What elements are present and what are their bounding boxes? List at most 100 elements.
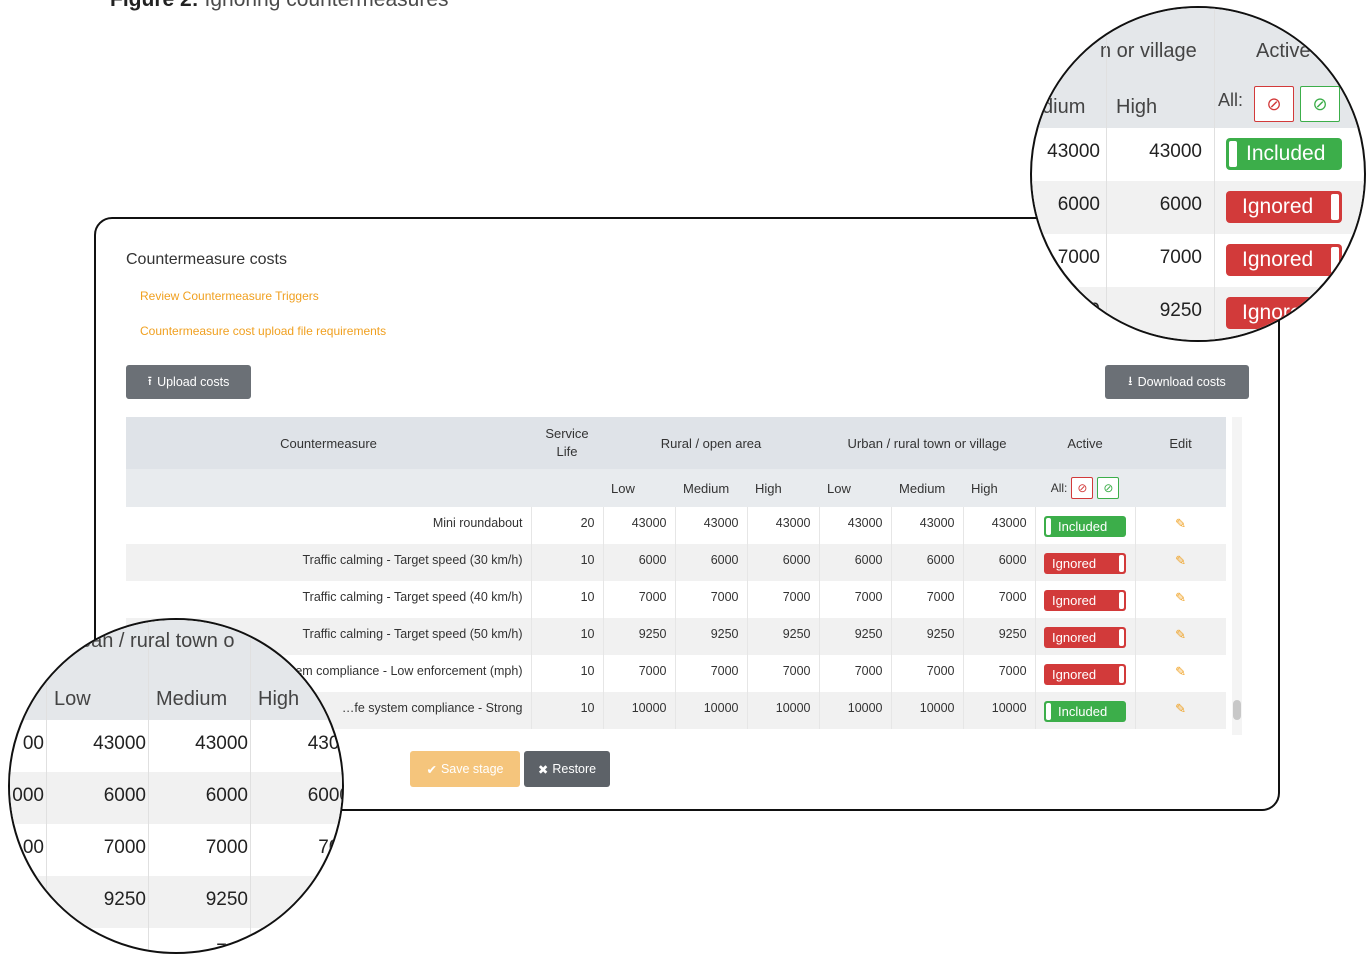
download-costs-button[interactable]: ⭳ Download costs: [1105, 365, 1249, 399]
review-triggers-link[interactable]: Review Countermeasure Triggers: [140, 289, 319, 303]
urban-high-cell: 7000: [963, 655, 1036, 692]
zoom-value: 9250: [1159, 300, 1202, 321]
col-rural: Rural / open area: [603, 417, 820, 469]
zoom-row: 000 6000 6000 6000: [10, 772, 342, 824]
ban-icon: ⊘: [1077, 481, 1088, 495]
restore-button[interactable]: ✖ Restore: [524, 751, 610, 787]
urban-high-cell: 6000: [963, 544, 1036, 581]
rural-high-cell: 9250: [747, 618, 820, 655]
edit-icon[interactable]: ✎: [1175, 590, 1186, 605]
zoom-callout-urban-columns: ban / rural town o Low Medium High 00 430…: [8, 618, 344, 954]
download-icon: ⭳: [1128, 373, 1133, 388]
active-toggle[interactable]: Ignored: [1044, 590, 1127, 611]
table-scrollbar[interactable]: [1232, 417, 1242, 735]
zoom-value: 43000: [1047, 141, 1100, 162]
active-toggle[interactable]: Ignored: [1044, 627, 1127, 648]
zoom-value: 700: [318, 837, 342, 858]
rural-low-cell: 6000: [603, 544, 676, 581]
zoom-value: 6000: [307, 785, 342, 806]
countermeasure-cell: Traffic calming - Target speed (30 km/h): [126, 544, 532, 581]
urban-medium-cell: 7000: [891, 655, 964, 692]
zoom-header-active: Active: [1256, 40, 1311, 62]
edit-icon[interactable]: ✎: [1175, 553, 1186, 568]
col-countermeasure: Countermeasure: [126, 417, 531, 469]
service-life-cell: 10: [531, 655, 604, 692]
col-edit: Edit: [1135, 417, 1226, 469]
rural-medium-cell: 7000: [675, 581, 748, 618]
zoom-divider: [1214, 8, 1215, 340]
zoom-header-high: High: [258, 688, 300, 710]
zoom-value: 6000: [1057, 194, 1100, 215]
zoom-value: 43000: [1149, 141, 1202, 162]
col-urban: Urban / rural town or village: [819, 417, 1036, 469]
upload-requirements-link[interactable]: Countermeasure cost upload file requirem…: [140, 324, 386, 338]
table-row: Traffic calming - Target speed (30 km/h)…: [126, 544, 1226, 581]
urban-medium-cell: 6000: [891, 544, 964, 581]
rural-low-cell: 43000: [603, 507, 676, 544]
zoom-row: 00 7000 7000 700: [10, 824, 342, 876]
check-icon: ✔: [426, 762, 437, 777]
zoom-active-toggle: Ignore: [1226, 297, 1342, 329]
rural-low-cell: 7000: [603, 581, 676, 618]
zoom-include-all-button: ⊘: [1300, 86, 1340, 122]
zoom-value: 0: [1089, 300, 1100, 321]
rural-medium-cell: 6000: [675, 544, 748, 581]
zoom-value: 9250: [205, 889, 248, 910]
active-cell: Included: [1035, 507, 1136, 544]
active-toggle[interactable]: Included: [1044, 701, 1127, 722]
active-toggle[interactable]: Ignored: [1044, 664, 1127, 685]
service-life-cell: 10: [531, 618, 604, 655]
edit-icon[interactable]: ✎: [1175, 516, 1186, 531]
urban-medium-cell: 9250: [891, 618, 964, 655]
subhdr-urban-high: High: [963, 469, 1036, 507]
urban-medium-cell: 7000: [891, 581, 964, 618]
rural-high-cell: 7000: [747, 581, 820, 618]
active-all-controls: All: ⊘ ⊘: [1035, 469, 1136, 507]
zoom-divider: [250, 620, 251, 952]
download-costs-label: Download costs: [1137, 375, 1226, 389]
zoom-value: 00: [22, 733, 44, 754]
zoom-value: 6000: [1159, 194, 1202, 215]
zoom-header-medium: Medium: [156, 688, 228, 710]
rural-high-cell: 7000: [747, 655, 820, 692]
upload-icon: ⭱: [147, 373, 153, 388]
figure-caption: Figure 2: Ignoring countermeasures: [110, 0, 449, 12]
upload-costs-button[interactable]: ⭱ Upload costs: [126, 365, 251, 399]
active-toggle[interactable]: Ignored: [1044, 553, 1127, 574]
zoom-value: 9250: [103, 889, 146, 910]
zoom-value: 00: [22, 837, 44, 858]
zoom-divider: [148, 620, 149, 952]
zoom-value: 700: [216, 941, 248, 954]
edit-icon[interactable]: ✎: [1175, 701, 1186, 716]
urban-high-cell: 7000: [963, 581, 1036, 618]
zoom-value: 000: [12, 785, 44, 806]
rural-low-cell: 10000: [603, 692, 676, 729]
active-toggle[interactable]: Included: [1044, 516, 1127, 537]
edit-icon[interactable]: ✎: [1175, 627, 1186, 642]
zoom-active-toggle: Ignored: [1226, 244, 1342, 276]
countermeasure-cell: Mini roundabout: [126, 507, 532, 544]
zoom-divider: [46, 620, 47, 952]
rural-high-cell: 6000: [747, 544, 820, 581]
rural-medium-cell: 7000: [675, 655, 748, 692]
zoom-value: 6000: [103, 785, 146, 806]
include-all-button[interactable]: ⊘: [1097, 477, 1120, 499]
zoom-callout-active-column: n or village Active dium High All: ⊘ ⊘ 4…: [1030, 6, 1366, 342]
subhdr-empty: [531, 469, 603, 507]
active-cell: Ignored: [1035, 581, 1136, 618]
figure-caption-prefix: Figure 2:: [110, 0, 199, 11]
save-stage-label: Save stage: [440, 762, 504, 776]
restore-label: Restore: [552, 762, 597, 776]
rural-medium-cell: 9250: [675, 618, 748, 655]
urban-low-cell: 7000: [819, 581, 892, 618]
save-stage-button[interactable]: ✔ Save stage: [410, 751, 520, 787]
edit-cell: ✎: [1135, 655, 1226, 692]
scrollbar-thumb[interactable]: [1233, 700, 1241, 720]
edit-icon[interactable]: ✎: [1175, 664, 1186, 679]
rural-high-cell: 10000: [747, 692, 820, 729]
urban-low-cell: 10000: [819, 692, 892, 729]
active-cell: Ignored: [1035, 655, 1136, 692]
ignore-all-button[interactable]: ⊘: [1071, 477, 1094, 499]
service-life-cell: 10: [531, 692, 604, 729]
zoom-value: 4300: [307, 733, 342, 754]
